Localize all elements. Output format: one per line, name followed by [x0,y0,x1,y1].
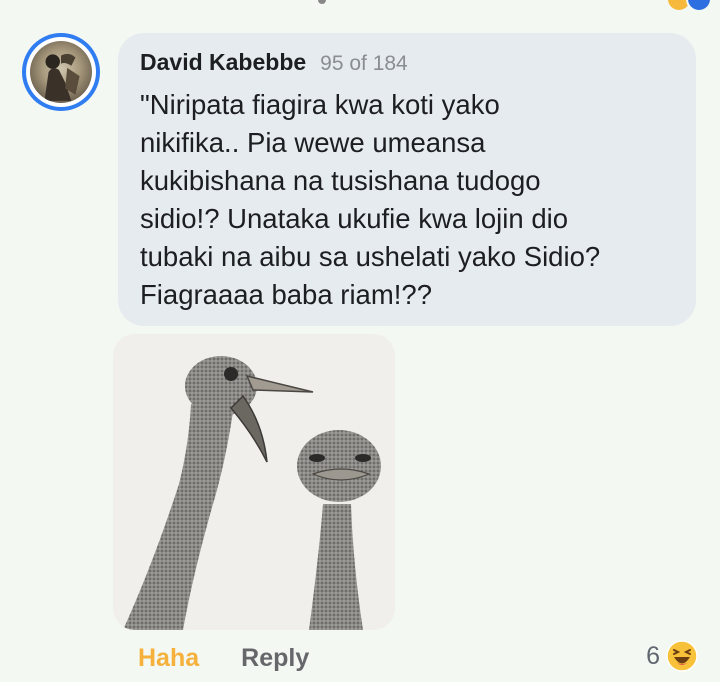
reaction-count: 6 [646,641,660,670]
comment-text: "Niripata fiagira kwa koti yako nikifika… [140,89,601,310]
previous-reactions[interactable] [666,0,712,12]
author-name[interactable]: David Kabebbe [140,49,306,76]
avatar-photo [30,41,92,103]
comment-bubble: David Kabebbe 95 of 184 "Niripata fiagir… [118,33,696,326]
ostriches-illustration [113,334,395,630]
reply-button[interactable]: Reply [241,644,309,673]
haha-emoji-icon [666,640,698,672]
comment-counter: 95 of 184 [320,52,408,75]
previous-text-fragment [318,0,326,4]
previous-comment-remnant [0,0,720,22]
reaction-summary[interactable]: 6 [646,637,698,675]
comment-actions: Haha Reply [138,640,309,676]
like-reaction-icon [686,0,712,12]
avatar[interactable] [22,33,100,111]
haha-reaction-button[interactable]: Haha [138,644,199,673]
comment-image[interactable] [113,334,395,630]
